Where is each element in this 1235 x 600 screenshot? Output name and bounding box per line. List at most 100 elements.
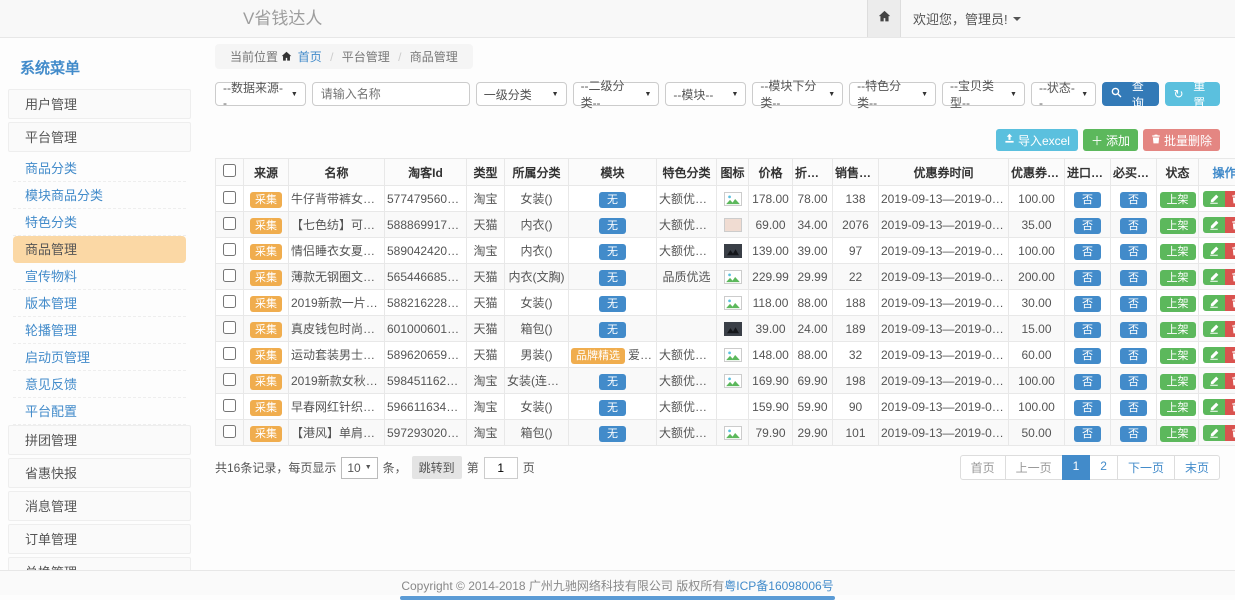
page-button-末页[interactable]: 末页 bbox=[1174, 455, 1220, 480]
page-button-1[interactable]: 1 bbox=[1062, 455, 1091, 480]
edit-button[interactable] bbox=[1203, 399, 1225, 415]
row-checkbox[interactable] bbox=[223, 399, 236, 412]
import-select-toggle[interactable]: 否 bbox=[1074, 218, 1101, 234]
import-select-toggle[interactable]: 否 bbox=[1074, 244, 1101, 260]
must-buy-toggle[interactable]: 否 bbox=[1120, 270, 1147, 286]
sidebar-item-platform-config[interactable]: 平台配置 bbox=[13, 398, 186, 425]
filter-select-level2-category[interactable]: --二级分类--▼ bbox=[573, 82, 660, 106]
sidebar-item-promo-material[interactable]: 宣传物料 bbox=[13, 263, 186, 290]
sidebar-item-message-management[interactable]: 消息管理 bbox=[8, 491, 191, 521]
delete-button[interactable] bbox=[1225, 217, 1235, 233]
filter-select-module-sub-category[interactable]: --模块下分类--▼ bbox=[752, 82, 843, 106]
import-excel-button[interactable]: 导入excel bbox=[996, 129, 1078, 151]
filter-input-product-name[interactable] bbox=[312, 82, 470, 106]
add-button[interactable]: ＋ 添加 bbox=[1083, 129, 1138, 151]
sidebar-item-order-management[interactable]: 订单管理 bbox=[8, 524, 191, 554]
import-select-toggle[interactable]: 否 bbox=[1074, 296, 1101, 312]
page-button-2[interactable]: 2 bbox=[1089, 455, 1118, 480]
must-buy-toggle[interactable]: 否 bbox=[1120, 322, 1147, 338]
status-button[interactable]: 上架 bbox=[1160, 348, 1196, 364]
delete-button[interactable] bbox=[1225, 425, 1235, 441]
sidebar-item-user-management[interactable]: 用户管理 bbox=[8, 89, 191, 119]
import-select-toggle[interactable]: 否 bbox=[1074, 322, 1101, 338]
status-button[interactable]: 上架 bbox=[1160, 426, 1196, 442]
row-checkbox[interactable] bbox=[223, 191, 236, 204]
row-checkbox[interactable] bbox=[223, 321, 236, 334]
filter-select-data-source[interactable]: --数据来源--▼ bbox=[215, 82, 306, 106]
delete-button[interactable] bbox=[1225, 243, 1235, 259]
edit-button[interactable] bbox=[1203, 243, 1225, 259]
module-badge[interactable]: 无 bbox=[599, 374, 626, 390]
status-button[interactable]: 上架 bbox=[1160, 218, 1196, 234]
sidebar-item-exchange-management[interactable]: 兑换管理 bbox=[8, 557, 191, 570]
per-page-select[interactable]: 10 ▼ bbox=[341, 457, 377, 479]
must-buy-toggle[interactable]: 否 bbox=[1120, 192, 1147, 208]
module-badge[interactable]: 无 bbox=[599, 426, 626, 442]
row-checkbox[interactable] bbox=[223, 295, 236, 308]
module-badge[interactable]: 无 bbox=[599, 296, 626, 312]
row-checkbox[interactable] bbox=[223, 373, 236, 386]
edit-button[interactable] bbox=[1203, 269, 1225, 285]
source-badge[interactable]: 采集 bbox=[250, 296, 282, 312]
source-badge[interactable]: 采集 bbox=[250, 322, 282, 338]
select-all-checkbox[interactable] bbox=[223, 164, 236, 177]
import-select-toggle[interactable]: 否 bbox=[1074, 400, 1101, 416]
user-menu[interactable]: 欢迎您，管理员! bbox=[901, 0, 1033, 37]
page-button-首页[interactable]: 首页 bbox=[960, 455, 1006, 480]
home-button[interactable] bbox=[867, 0, 901, 37]
reset-button[interactable]: ↻ 重置 bbox=[1165, 82, 1220, 106]
horizontal-scrollbar-thumb[interactable] bbox=[400, 596, 835, 600]
delete-button[interactable] bbox=[1225, 295, 1235, 311]
must-buy-toggle[interactable]: 否 bbox=[1120, 400, 1147, 416]
status-button[interactable]: 上架 bbox=[1160, 322, 1196, 338]
sidebar-item-module-product-category[interactable]: 模块商品分类 bbox=[13, 182, 186, 209]
delete-button[interactable] bbox=[1225, 347, 1235, 363]
delete-button[interactable] bbox=[1225, 191, 1235, 207]
must-buy-toggle[interactable]: 否 bbox=[1120, 296, 1147, 312]
page-button-上一页[interactable]: 上一页 bbox=[1005, 455, 1063, 480]
row-checkbox[interactable] bbox=[223, 243, 236, 256]
breadcrumb-home-link[interactable]: 首页 bbox=[298, 50, 322, 64]
sidebar-item-feature-category[interactable]: 特色分类 bbox=[13, 209, 186, 236]
page-number-input[interactable] bbox=[484, 457, 518, 479]
import-select-toggle[interactable]: 否 bbox=[1074, 348, 1101, 364]
must-buy-toggle[interactable]: 否 bbox=[1120, 244, 1147, 260]
row-checkbox[interactable] bbox=[223, 347, 236, 360]
sidebar-item-splash-page-management[interactable]: 启动页管理 bbox=[13, 344, 186, 371]
icp-link[interactable]: 粤ICP备16098006号 bbox=[724, 579, 833, 593]
module-badge[interactable]: 无 bbox=[599, 192, 626, 208]
status-button[interactable]: 上架 bbox=[1160, 270, 1196, 286]
edit-button[interactable] bbox=[1203, 217, 1225, 233]
edit-button[interactable] bbox=[1203, 347, 1225, 363]
edit-button[interactable] bbox=[1203, 295, 1225, 311]
row-checkbox[interactable] bbox=[223, 217, 236, 230]
import-select-toggle[interactable]: 否 bbox=[1074, 426, 1101, 442]
source-badge[interactable]: 采集 bbox=[250, 218, 282, 234]
filter-select-module[interactable]: --模块--▼ bbox=[665, 82, 746, 106]
import-select-toggle[interactable]: 否 bbox=[1074, 192, 1101, 208]
status-button[interactable]: 上架 bbox=[1160, 374, 1196, 390]
must-buy-toggle[interactable]: 否 bbox=[1120, 374, 1147, 390]
status-button[interactable]: 上架 bbox=[1160, 192, 1196, 208]
module-badge[interactable]: 无 bbox=[599, 322, 626, 338]
sidebar-item-group-buy-management[interactable]: 拼团管理 bbox=[8, 425, 191, 455]
delete-button[interactable] bbox=[1225, 373, 1235, 389]
import-select-toggle[interactable]: 否 bbox=[1074, 270, 1101, 286]
filter-select-item-type[interactable]: --宝贝类型--▼ bbox=[942, 82, 1025, 106]
edit-button[interactable] bbox=[1203, 191, 1225, 207]
edit-button[interactable] bbox=[1203, 373, 1225, 389]
source-badge[interactable]: 采集 bbox=[250, 244, 282, 260]
module-badge[interactable]: 无 bbox=[599, 244, 626, 260]
source-badge[interactable]: 采集 bbox=[250, 374, 282, 390]
filter-select-status[interactable]: --状态--▼ bbox=[1031, 82, 1096, 106]
status-button[interactable]: 上架 bbox=[1160, 296, 1196, 312]
module-badge[interactable]: 无 bbox=[599, 270, 626, 286]
edit-button[interactable] bbox=[1203, 425, 1225, 441]
delete-button[interactable] bbox=[1225, 399, 1235, 415]
row-checkbox[interactable] bbox=[223, 425, 236, 438]
sidebar-item-carousel-management[interactable]: 轮播管理 bbox=[13, 317, 186, 344]
filter-select-feature-category[interactable]: --特色分类--▼ bbox=[849, 82, 936, 106]
search-button[interactable]: 查询 bbox=[1102, 82, 1158, 106]
module-badge[interactable]: 品牌精选 bbox=[571, 348, 625, 364]
sidebar-item-feedback[interactable]: 意见反馈 bbox=[13, 371, 186, 398]
